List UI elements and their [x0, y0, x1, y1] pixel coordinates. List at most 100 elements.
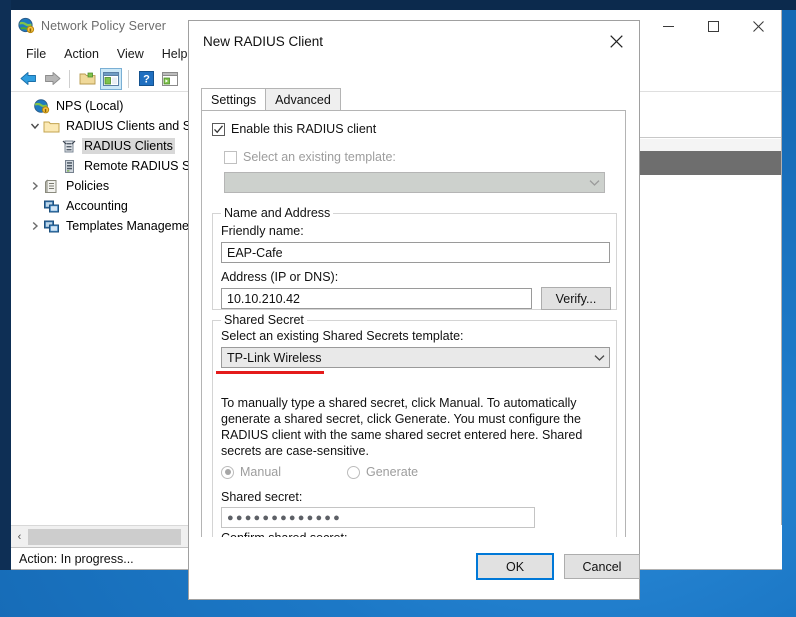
manual-radio-row: Manual	[221, 465, 281, 479]
chevron-down-icon[interactable]	[590, 348, 609, 367]
address-value: 10.10.210.42	[227, 291, 300, 306]
manual-radio-label: Manual	[240, 465, 281, 479]
policies-icon	[43, 178, 60, 195]
enable-radius-client-checkbox-row[interactable]: Enable this RADIUS client	[212, 122, 376, 136]
twisty-placeholder	[45, 158, 61, 174]
dialog-title: New RADIUS Client	[203, 33, 324, 49]
desktop-top-strip	[0, 0, 796, 10]
chevron-down-icon	[585, 173, 604, 192]
menu-file[interactable]: File	[17, 45, 55, 63]
tree-item-label: NPS (Local)	[56, 99, 124, 113]
radius-client-icon	[61, 138, 78, 155]
tab-label: Advanced	[275, 92, 331, 107]
tree-item-policies[interactable]: Policies	[11, 176, 197, 196]
shared-secret-group-title: Shared Secret	[221, 313, 307, 327]
scroll-left-icon[interactable]: ‹	[11, 527, 28, 547]
generate-radio	[347, 465, 360, 479]
verify-button-label: Verify...	[555, 291, 597, 306]
shared-secrets-template-label: Select an existing Shared Secrets templa…	[221, 329, 464, 343]
friendly-name-value: EAP-Cafe	[227, 245, 283, 260]
generate-radio-label: Generate	[366, 465, 419, 479]
toolbar-separator	[69, 69, 70, 88]
show-folder-icon[interactable]	[76, 68, 98, 90]
window-controls	[646, 10, 781, 42]
chevron-down-icon[interactable]	[27, 118, 43, 134]
minimize-button[interactable]	[646, 10, 691, 42]
friendly-name-input[interactable]: EAP-Cafe	[221, 242, 610, 263]
desktop-left-strip	[0, 0, 11, 570]
accounting-icon	[43, 198, 60, 215]
friendly-name-label: Friendly name:	[221, 224, 304, 238]
status-bar: Action: In progress...	[11, 547, 198, 569]
dialog-close-icon[interactable]	[594, 21, 639, 61]
manual-radio	[221, 465, 234, 479]
address-input[interactable]: 10.10.210.42	[221, 288, 532, 309]
tree-item-label: Policies	[66, 179, 110, 193]
tree-item-label: RADIUS Clients and Servers	[66, 119, 197, 133]
tab-advanced[interactable]: Advanced	[265, 88, 341, 110]
twisty-placeholder	[45, 138, 61, 154]
chevron-right-icon[interactable]	[27, 218, 43, 234]
tab-strip: Settings Advanced	[201, 88, 341, 110]
cancel-button[interactable]: Cancel	[564, 554, 640, 579]
toolbar-separator	[128, 69, 129, 88]
shared-secret-label: Shared secret:	[221, 490, 303, 504]
new-radius-client-dialog: New RADIUS Client Settings Advanced Enab…	[188, 20, 640, 600]
generate-radio-row: Generate	[347, 465, 418, 479]
status-text: Action: In progress...	[19, 551, 134, 566]
select-existing-template-checkbox	[224, 150, 237, 164]
console-tree[interactable]: NPS (Local) RADIUS Clients and Servers	[11, 92, 198, 548]
maximize-button[interactable]	[691, 10, 736, 42]
enable-radius-client-checkbox[interactable]	[212, 122, 225, 136]
globe-icon	[17, 17, 35, 35]
shared-secrets-template-value: TP-Link Wireless	[227, 350, 322, 365]
ok-button[interactable]: OK	[476, 553, 554, 580]
twisty-placeholder	[27, 198, 43, 214]
tree-item-label: Templates Management	[66, 219, 198, 233]
tab-settings[interactable]: Settings	[201, 88, 267, 110]
name-and-address-group-title: Name and Address	[221, 206, 334, 220]
ok-button-label: OK	[505, 559, 525, 574]
help-icon[interactable]: ?	[135, 68, 157, 90]
tree-item-templates-management[interactable]: Templates Management	[11, 216, 197, 236]
menu-action[interactable]: Action	[55, 45, 108, 63]
tree-item-radius-clients[interactable]: RADIUS Clients	[11, 136, 197, 156]
dialog-titlebar: New RADIUS Client	[189, 21, 639, 61]
tree-item-label: Accounting	[66, 199, 128, 213]
select-existing-template-label: Select an existing template:	[243, 150, 396, 164]
address-label: Address (IP or DNS):	[221, 270, 339, 284]
scrollbar-thumb[interactable]	[28, 528, 181, 545]
select-existing-template-checkbox-row: Select an existing template:	[224, 150, 396, 164]
tree-horizontal-scrollbar[interactable]: ‹ ›	[11, 525, 198, 547]
show-hide-console-tree-icon[interactable]	[100, 67, 122, 90]
shared-secret-value: ●●●●●●●●●●●●●	[227, 511, 342, 524]
shared-secret-input[interactable]: ●●●●●●●●●●●●●	[221, 507, 535, 528]
chevron-right-icon[interactable]	[27, 178, 43, 194]
tab-label: Settings	[211, 92, 257, 107]
svg-text:?: ?	[143, 74, 150, 86]
shared-secrets-template-combobox[interactable]: TP-Link Wireless	[221, 347, 610, 368]
menu-view[interactable]: View	[108, 45, 153, 63]
cancel-button-label: Cancel	[582, 559, 622, 574]
existing-template-combobox	[224, 172, 605, 193]
server-icon	[61, 158, 78, 175]
export-list-icon[interactable]	[159, 68, 181, 90]
tree-item-label: RADIUS Clients	[82, 138, 175, 154]
back-icon[interactable]	[17, 68, 39, 90]
tree-item-nps-local[interactable]: NPS (Local)	[11, 96, 197, 116]
window-title: Network Policy Server	[41, 19, 167, 33]
verify-button[interactable]: Verify...	[541, 287, 611, 310]
dialog-footer: OK Cancel	[189, 537, 640, 599]
tree-item-remote-radius-server-groups[interactable]: Remote RADIUS Server Groups	[11, 156, 197, 176]
dialog-content: Settings Advanced Enable this RADIUS cli…	[189, 61, 640, 599]
tree-item-label: Remote RADIUS Server Groups	[84, 159, 197, 173]
forward-icon[interactable]	[41, 68, 63, 90]
tree-item-radius-clients-and-servers[interactable]: RADIUS Clients and Servers	[11, 116, 197, 136]
tree-item-accounting[interactable]: Accounting	[11, 196, 197, 216]
shared-secret-help-text: To manually type a shared secret, click …	[221, 396, 583, 458]
red-annotation-underline	[216, 371, 324, 374]
settings-tab-panel: Enable this RADIUS client Select an exis…	[201, 110, 626, 569]
close-button[interactable]	[736, 10, 781, 42]
name-and-address-group: Name and Address Friendly name: EAP-Cafe…	[212, 206, 617, 310]
twisty-placeholder	[17, 98, 33, 114]
